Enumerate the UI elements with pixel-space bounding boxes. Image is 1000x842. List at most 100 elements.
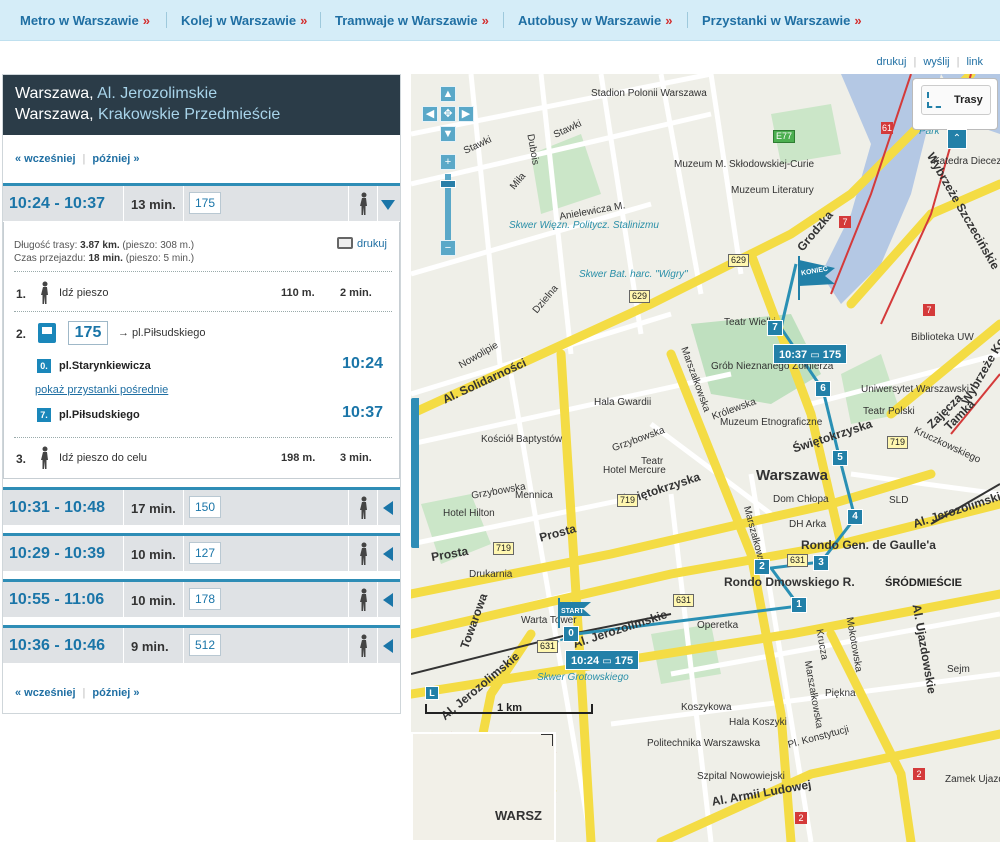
panel-collapse-tab[interactable]: [411, 398, 419, 548]
arrival-time: 10:37: [342, 404, 383, 421]
step-distance: 198 m.: [281, 452, 316, 464]
collapse-up-icon[interactable]: ⌃: [947, 129, 967, 149]
map-label: Szpital Nowowiejski: [697, 771, 785, 782]
trip-time: 10:55 - 11:06: [9, 591, 105, 608]
nav-metro[interactable]: Metro w Warszawie»: [20, 13, 150, 28]
step-distance: 110 m.: [281, 287, 315, 299]
send-link[interactable]: wyślij: [916, 56, 956, 68]
route-header: Warszawa, Al. Jerozolimskie Warszawa, Kr…: [3, 75, 400, 135]
trip-line: 175: [189, 192, 221, 214]
departure-time: 10:24: [342, 355, 383, 372]
link-link[interactable]: link: [959, 56, 990, 68]
trip-line: 178: [189, 588, 221, 610]
map-label: ŚRÓDMIEŚCIE: [885, 577, 963, 589]
collapse-arrow-icon[interactable]: [381, 200, 395, 210]
route-stop-marker[interactable]: 7: [767, 320, 783, 336]
map-label: Koszykowa: [681, 702, 732, 713]
layer-icon[interactable]: L: [425, 686, 439, 700]
later-link[interactable]: później »: [92, 153, 139, 165]
zoom-in-button[interactable]: +: [440, 154, 456, 170]
stop-number: 7.: [37, 408, 51, 422]
map-label: Hotel Mercure: [603, 465, 666, 476]
route-stop-marker[interactable]: 2: [754, 559, 770, 575]
trip-duration: 13 min.: [131, 197, 176, 212]
pan-down-button[interactable]: ▼: [440, 126, 456, 142]
trip-row[interactable]: 10:29 - 10:39 10 min. 127: [3, 533, 400, 571]
map-label: Drukarnia: [469, 569, 513, 580]
map-label: Hala Gwardii: [594, 397, 652, 408]
pager-top: « wcześniej | później »: [15, 153, 140, 165]
trip-duration: 9 min.: [131, 639, 169, 654]
step-number: 1.: [16, 287, 27, 301]
zoom-out-button[interactable]: −: [440, 240, 456, 256]
earlier-link[interactable]: « wcześniej: [15, 687, 76, 699]
top-navigation: Metro w Warszawie» Kolej w Warszawie» Tr…: [0, 0, 1000, 41]
trip-line: 512: [189, 634, 221, 656]
origin-street: Al. Jerozolimskie: [97, 85, 218, 102]
route-map[interactable]: Stadion Polonii Warszawa Muzeum M. Skłod…: [411, 74, 1000, 842]
trip-duration: 10 min.: [131, 593, 176, 608]
route-stop-marker[interactable]: 5: [832, 450, 848, 466]
map-label: Dom Chłopa: [773, 494, 829, 505]
print-button[interactable]: drukuj: [337, 237, 387, 250]
map-label: Sejm: [947, 664, 970, 675]
walk-icon: [41, 281, 48, 304]
show-intermediate-stops-link[interactable]: pokaż przystanki pośrednie: [35, 384, 168, 396]
road-number-badge: 629: [629, 290, 651, 303]
trip-row[interactable]: 10:55 - 11:06 10 min. 178: [3, 579, 400, 617]
pager-bottom: « wcześniej | później »: [15, 687, 140, 699]
trip-duration: 10 min.: [131, 547, 176, 562]
walk-icon: [360, 588, 367, 611]
overview-map[interactable]: WARSZ: [411, 732, 556, 842]
expand-arrow-icon[interactable]: [383, 547, 393, 561]
start-time-tag[interactable]: 10:24 ▭ 175: [565, 650, 640, 670]
map-label: Politechnika Warszawska: [647, 738, 761, 749]
stop-name: pl.Starynkiewicza: [59, 360, 151, 372]
route-stop-marker[interactable]: 6: [815, 381, 831, 397]
road-number-badge: E77: [773, 130, 796, 143]
nav-przystanki[interactable]: Przystanki w Warszawie»: [702, 13, 862, 28]
route-stop-marker[interactable]: 0: [563, 626, 579, 642]
pan-right-button[interactable]: ▶: [458, 106, 474, 122]
route-stop-marker[interactable]: 3: [813, 555, 829, 571]
zoom-slider-handle[interactable]: [440, 180, 456, 188]
destination-city: Warszawa,: [15, 106, 94, 123]
map-label: Muzeum M. Skłodowskiej-Curie: [674, 159, 815, 170]
pan-center-button[interactable]: ✥: [440, 106, 456, 122]
pan-left-button[interactable]: ◀: [422, 106, 438, 122]
map-label: Hala Koszyki: [729, 717, 787, 728]
map-label: Teatr Polski: [863, 406, 915, 417]
stop-name: pl.Piłsudskiego: [59, 409, 140, 421]
nav-autobusy[interactable]: Autobusy w Warszawie»: [518, 13, 673, 28]
end-time-tag[interactable]: 10:37 ▭ 175: [773, 344, 848, 364]
map-label: Warszawa: [756, 467, 828, 484]
walk-icon: [360, 542, 367, 565]
pan-up-button[interactable]: ▲: [440, 86, 456, 102]
route-stop-marker[interactable]: 1: [791, 597, 807, 613]
map-canvas: [411, 74, 1000, 842]
map-label: Kościół Baptystów: [481, 434, 563, 445]
route-stop-marker[interactable]: 4: [847, 509, 863, 525]
later-link[interactable]: później »: [92, 687, 139, 699]
print-link[interactable]: drukuj: [870, 56, 914, 68]
trip-row[interactable]: 10:36 - 10:46 9 min. 512: [3, 625, 400, 663]
road-badge: 61: [881, 122, 893, 134]
map-label: Zamek Ujazdów: [945, 774, 1000, 785]
map-label: Muzeum Etnograficzne: [720, 417, 823, 428]
road-number-badge: 719: [887, 436, 909, 449]
road-number-badge: 629: [728, 254, 750, 267]
nav-kolej[interactable]: Kolej w Warszawie»: [181, 13, 307, 28]
expand-arrow-icon[interactable]: [383, 639, 393, 653]
stop-number: 0.: [37, 359, 51, 373]
trip-time: 10:36 - 10:46: [9, 637, 106, 654]
expand-arrow-icon[interactable]: [383, 593, 393, 607]
trip-row[interactable]: 10:31 - 10:48 17 min. 150: [3, 487, 400, 525]
map-label: Skwer Bat. harc. "Wigry": [579, 269, 688, 280]
trip-summary: Długość trasy: 3.87 km. (pieszo: 308 m.)…: [14, 240, 195, 264]
expand-arrow-icon[interactable]: [383, 501, 393, 515]
trip-time: 10:29 - 10:39: [9, 545, 106, 562]
earlier-link[interactable]: « wcześniej: [15, 153, 76, 165]
nav-tramwaje[interactable]: Tramwaje w Warszawie»: [335, 13, 489, 28]
overview-toggle-icon[interactable]: [541, 734, 553, 746]
trip-row[interactable]: 10:24 - 10:37 13 min. 175: [3, 183, 400, 221]
